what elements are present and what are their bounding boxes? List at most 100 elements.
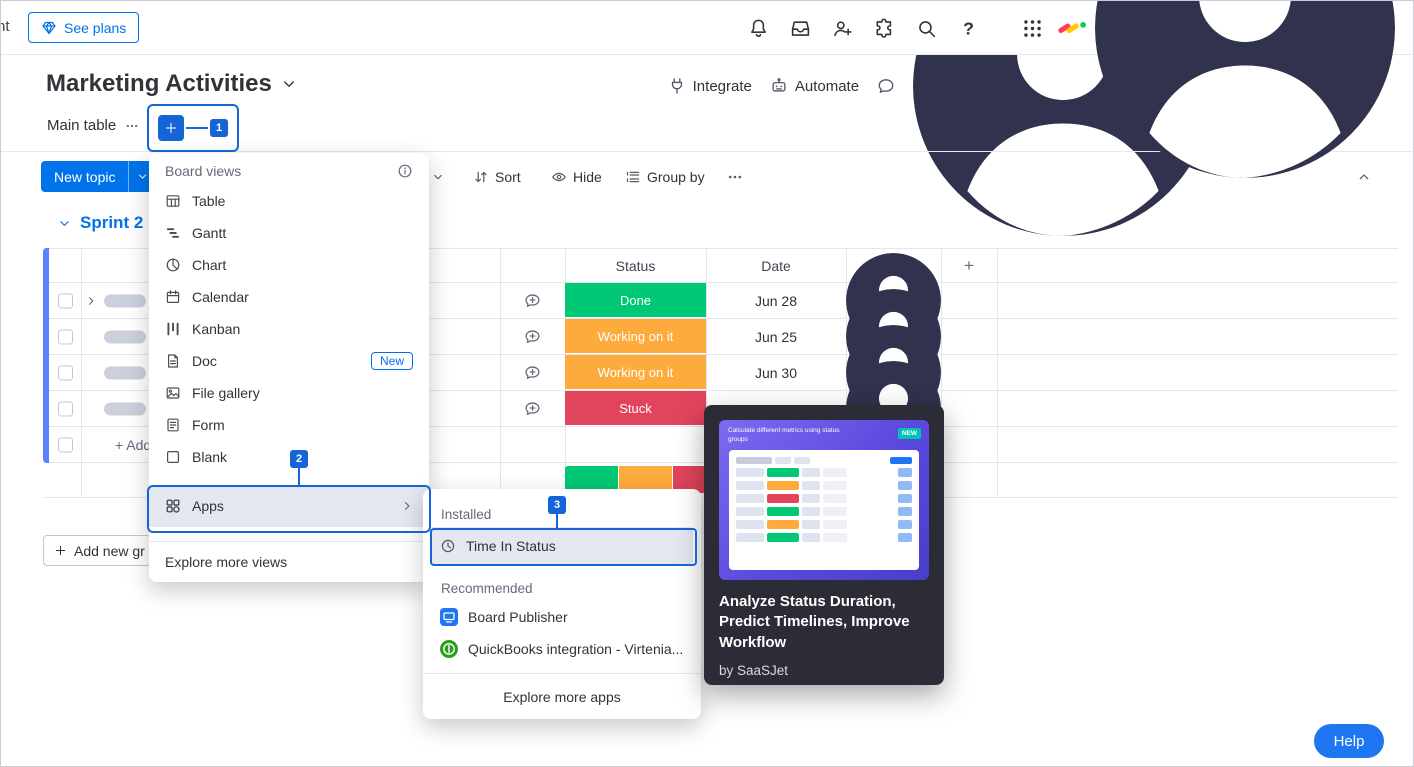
menu-item-form[interactable]: Form xyxy=(149,409,429,441)
row-checkbox[interactable] xyxy=(58,365,73,380)
update-icon[interactable] xyxy=(524,400,541,417)
menu-item-calendar[interactable]: Calendar xyxy=(149,281,429,313)
toolbar-menu-button[interactable] xyxy=(723,162,747,192)
status-cell[interactable]: Done xyxy=(565,283,706,317)
update-icon[interactable] xyxy=(524,328,541,345)
svg-text:?: ? xyxy=(963,18,974,38)
bell-button[interactable] xyxy=(741,11,775,45)
automate-button[interactable]: Automate xyxy=(770,77,859,95)
app-preview-tooltip: Calculate different metrics using status… xyxy=(704,405,944,685)
menu-item-kanban[interactable]: Kanban xyxy=(149,313,429,345)
menu-item-label: Board Publisher xyxy=(468,609,568,625)
invite-member-button[interactable] xyxy=(825,11,859,45)
group-by-button[interactable]: Group by xyxy=(621,162,709,192)
update-icon[interactable] xyxy=(524,364,541,381)
new-topic-button[interactable]: New topic xyxy=(41,161,129,192)
column-header-date[interactable]: Date xyxy=(706,249,846,282)
add-new-group-button[interactable]: Add new gr xyxy=(43,535,151,566)
apps-icon xyxy=(165,498,181,514)
date-cell[interactable]: Jun 30 xyxy=(706,355,846,390)
hide-button[interactable]: Hide xyxy=(547,162,606,192)
chart-icon xyxy=(165,257,181,273)
chev-down-icon[interactable] xyxy=(280,75,298,93)
filter-dropdown-chevron[interactable] xyxy=(427,162,449,192)
invite-member-icon xyxy=(832,18,853,39)
status-cell[interactable]: Working on it xyxy=(565,355,706,389)
inbox-button[interactable] xyxy=(783,11,817,45)
menu-item-board-publisher[interactable]: Board Publisher xyxy=(423,601,701,633)
marketplace-button[interactable] xyxy=(867,11,901,45)
menu-item-label: Kanban xyxy=(192,321,240,337)
row-checkbox xyxy=(58,437,73,452)
info-icon[interactable] xyxy=(397,163,413,179)
clock-icon xyxy=(440,538,456,554)
grid-menu-icon xyxy=(1022,18,1043,39)
menu-item-label: Chart xyxy=(192,257,226,273)
menu-item-apps[interactable]: Apps xyxy=(149,485,429,527)
integrate-button[interactable]: Integrate xyxy=(668,77,752,95)
workspace-cut-text: nt xyxy=(0,18,10,35)
explore-more-apps[interactable]: Explore more apps xyxy=(423,674,701,719)
help-button[interactable]: ? xyxy=(951,11,985,45)
collapse-all-button[interactable] xyxy=(1349,162,1379,192)
status-cell[interactable]: Stuck xyxy=(565,391,706,425)
help-button[interactable]: Help xyxy=(1314,724,1384,758)
column-header-status[interactable]: Status xyxy=(565,249,706,282)
search-icon xyxy=(916,18,937,39)
board-chat-button[interactable] xyxy=(877,77,895,95)
callout-step-1-badge: 1 xyxy=(210,119,228,137)
add-item-label: + Add xyxy=(115,437,151,453)
add-new-group-label: Add new gr xyxy=(74,543,145,559)
global-top-bar: nt See plans ? xyxy=(1,1,1413,55)
date-cell[interactable]: Jun 28 xyxy=(706,283,846,318)
board-views-items: Table Gantt Chart Calendar Kanban Doc Ne… xyxy=(149,185,429,473)
inbox-icon xyxy=(790,18,811,39)
add-view-tab-button[interactable] xyxy=(158,115,184,141)
search-button[interactable] xyxy=(909,11,943,45)
menu-item-chart[interactable]: Chart xyxy=(149,249,429,281)
see-plans-button[interactable]: See plans xyxy=(28,12,139,43)
topbar-right: ? xyxy=(741,1,1395,55)
item-name-placeholder[interactable] xyxy=(104,330,146,343)
menu-item-label: Gantt xyxy=(192,225,226,241)
item-name-placeholder[interactable] xyxy=(104,402,146,415)
item-name-placeholder[interactable] xyxy=(104,366,146,379)
app-preview-mock xyxy=(729,450,919,570)
menu-item-blank[interactable]: Blank xyxy=(149,441,429,473)
explore-more-views[interactable]: Explore more views xyxy=(149,542,429,582)
menu-item-label: File gallery xyxy=(192,385,260,401)
file-gallery-icon xyxy=(165,385,181,401)
gantt-icon xyxy=(165,225,181,241)
row-checkbox[interactable] xyxy=(58,401,73,416)
menu-item-file-gallery[interactable]: File gallery xyxy=(149,377,429,409)
menu-item-table[interactable]: Table xyxy=(149,185,429,217)
menu-item-doc[interactable]: Doc New xyxy=(149,345,429,377)
row-checkbox[interactable] xyxy=(58,329,73,344)
menu-item-gantt[interactable]: Gantt xyxy=(149,217,429,249)
item-name-placeholder[interactable] xyxy=(104,294,146,307)
status-cell[interactable]: Working on it xyxy=(565,319,706,353)
add-column-button[interactable]: + xyxy=(941,249,997,282)
chev-right-icon[interactable] xyxy=(85,295,97,307)
automate-label: Automate xyxy=(795,78,859,95)
marketplace-icon xyxy=(874,18,895,39)
sort-button[interactable]: Sort xyxy=(469,162,525,192)
dots-icon xyxy=(727,169,743,185)
menu-item-label: Form xyxy=(192,417,225,433)
update-icon[interactable] xyxy=(524,292,541,309)
board-title[interactable]: Marketing Activities xyxy=(46,70,298,98)
board-views-header: Board views xyxy=(149,157,429,185)
hide-label: Hide xyxy=(573,169,602,185)
menu-item-time-in-status[interactable]: Time In Status xyxy=(431,527,693,565)
group-header[interactable]: Sprint 2 xyxy=(57,213,143,233)
tab-main-table[interactable]: Main table xyxy=(47,117,139,134)
menu-item-quickbooks-integration-virtenia[interactable]: QuickBooks integration - Virtenia... xyxy=(423,633,701,665)
row-checkbox[interactable] xyxy=(58,293,73,308)
group-name: Sprint 2 xyxy=(80,213,143,233)
date-cell[interactable]: Jun 25 xyxy=(706,319,846,354)
dots-icon[interactable] xyxy=(125,119,139,133)
recommended-items: Board Publisher QuickBooks integration -… xyxy=(423,601,701,665)
kanban-icon xyxy=(165,321,181,337)
apps-grid-button[interactable] xyxy=(1015,11,1049,45)
chev-down-icon[interactable] xyxy=(57,216,72,231)
